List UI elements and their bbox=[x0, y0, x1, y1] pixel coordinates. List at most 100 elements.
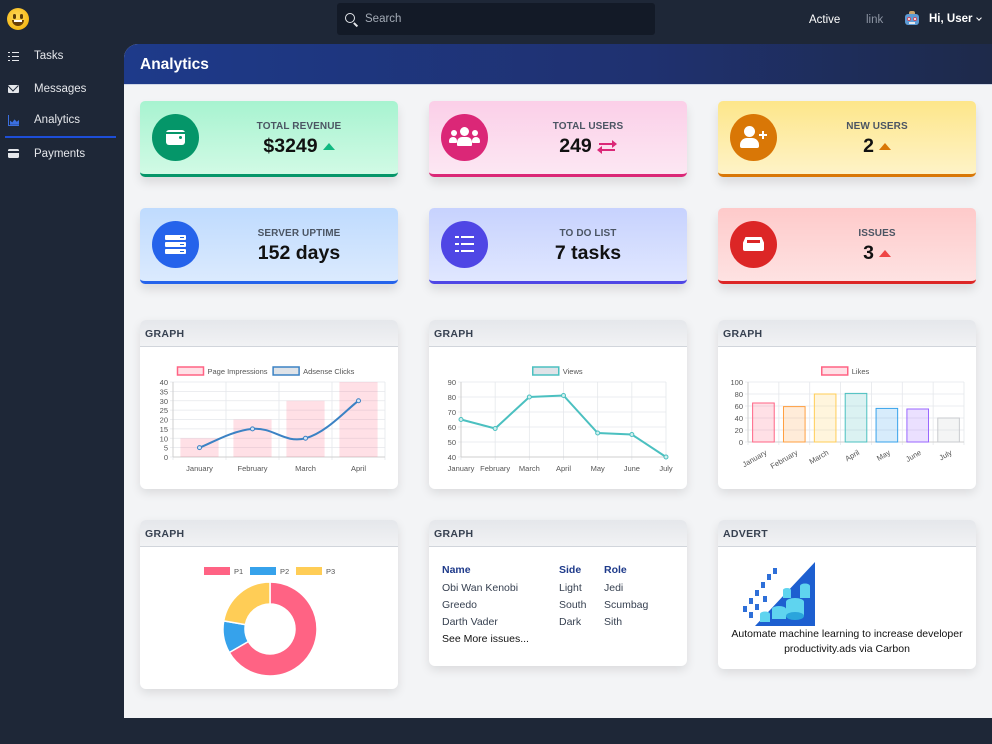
user-menu[interactable]: Hi, User bbox=[904, 11, 983, 27]
stat-card-server-uptime[interactable]: SERVER UPTIME 152 days bbox=[140, 208, 398, 284]
robot-avatar-icon bbox=[904, 11, 920, 27]
legend-swatch bbox=[296, 567, 322, 575]
wallet-icon bbox=[166, 130, 185, 145]
legend-swatch bbox=[176, 366, 205, 376]
bar-likes bbox=[752, 402, 775, 443]
y-tick-label: 100 bbox=[730, 378, 743, 387]
stat-icon-circle bbox=[152, 114, 199, 161]
stat-icon-circle bbox=[730, 221, 777, 268]
stat-card-total-users[interactable]: TOTAL USERS 249 bbox=[429, 101, 687, 177]
bar-likes bbox=[875, 407, 899, 443]
advert-panel: ADVERT Automate machine learning to incr… bbox=[718, 520, 976, 669]
bar-likes bbox=[844, 392, 868, 443]
sidebar-item-messages[interactable]: Messages bbox=[0, 73, 118, 106]
x-tick-label: January bbox=[448, 464, 475, 473]
cell-side: Dark bbox=[559, 615, 582, 628]
table-row: Darth Vader Dark Sith bbox=[442, 613, 648, 630]
advert-text[interactable]: Automate machine learning to increase de… bbox=[718, 627, 976, 657]
caret-up-icon bbox=[878, 250, 891, 257]
chevron-down-icon bbox=[976, 14, 983, 21]
y-tick-label: 5 bbox=[164, 444, 168, 453]
y-tick-label: 25 bbox=[160, 406, 168, 415]
nav-link[interactable]: link bbox=[866, 14, 883, 26]
sidebar-item-label: Analytics bbox=[34, 114, 81, 127]
point-views bbox=[663, 454, 669, 460]
views-chart: Views 40 50 60 70 80 90 January February March Apr… bbox=[448, 366, 673, 473]
panel-title: GRAPH bbox=[718, 320, 976, 347]
search-input[interactable] bbox=[365, 13, 635, 25]
cell-role: Sith bbox=[604, 615, 623, 628]
stat-icon-circle bbox=[152, 221, 199, 268]
legend-swatch bbox=[272, 366, 300, 376]
nav-active-link[interactable]: Active bbox=[809, 14, 840, 26]
stat-title: TOTAL REVENUE bbox=[256, 121, 342, 132]
stat-title: SERVER UPTIME bbox=[257, 228, 341, 239]
graph-panel-likes: GRAPH Likes 0 20 40 60 80 100 January February Ma… bbox=[718, 320, 976, 489]
point-views bbox=[629, 432, 635, 437]
people-panel: GRAPH Name Side Role Obi Wan Kenobi Ligh… bbox=[429, 520, 687, 666]
sidebar-item-tasks[interactable]: Tasks bbox=[0, 40, 118, 73]
stat-card-new-users[interactable]: NEW USERS 2 bbox=[718, 101, 976, 177]
caret-up-icon bbox=[878, 143, 891, 150]
cell-name: Darth Vader bbox=[442, 615, 498, 628]
exchange-arrows-icon bbox=[596, 140, 617, 154]
inbox-icon bbox=[743, 237, 764, 251]
panel-title: GRAPH bbox=[140, 320, 398, 347]
panel-title: ADVERT bbox=[718, 520, 976, 547]
stat-card-todo-list[interactable]: TO DO LIST 7 tasks bbox=[429, 208, 687, 284]
x-tick-label: March bbox=[519, 464, 540, 473]
y-tick-label: 80 bbox=[735, 390, 743, 399]
table-row: Greedo South Scumbag bbox=[442, 596, 648, 613]
graph-panel-impressions: GRAPH Page Impressions Adsense Clicks 0 5 10… bbox=[140, 320, 398, 489]
stat-title: TO DO LIST bbox=[559, 228, 617, 239]
legend-swatch bbox=[532, 366, 560, 376]
stat-value: $3249 bbox=[263, 135, 318, 157]
x-tick-label: May bbox=[591, 464, 605, 473]
panel-title: GRAPH bbox=[429, 320, 687, 347]
people-table: Name Side Role Obi Wan Kenobi Light Jedi… bbox=[442, 563, 648, 630]
stat-card-issues[interactable]: ISSUES 3 bbox=[718, 208, 976, 284]
legend-label: Views bbox=[563, 367, 583, 376]
bar-page-impressions bbox=[339, 382, 378, 457]
y-tick-label: 80 bbox=[448, 393, 456, 402]
sidebar-item-payments[interactable]: Payments bbox=[0, 138, 118, 171]
legend-label: P2 bbox=[280, 567, 289, 576]
table-row: Obi Wan Kenobi Light Jedi bbox=[442, 579, 648, 596]
cell-role: Jedi bbox=[604, 581, 624, 594]
y-tick-label: 50 bbox=[448, 438, 456, 447]
point-views bbox=[492, 426, 498, 431]
y-tick-label: 70 bbox=[448, 408, 456, 417]
point-views bbox=[595, 430, 601, 436]
caret-up-icon bbox=[322, 143, 335, 150]
x-tick-label: July bbox=[938, 448, 954, 463]
search-bar[interactable] bbox=[337, 3, 655, 35]
x-tick-label: February bbox=[237, 464, 267, 473]
app-logo-smiley-icon[interactable] bbox=[7, 8, 29, 30]
x-tick-label: February bbox=[480, 464, 510, 473]
see-more-issues-link[interactable]: See More issues... bbox=[442, 633, 529, 645]
x-tick-label: February bbox=[769, 448, 800, 471]
y-tick-label: 90 bbox=[448, 378, 456, 387]
legend-swatch bbox=[821, 366, 849, 376]
sidebar-item-analytics[interactable]: Analytics bbox=[5, 105, 116, 138]
x-tick-label: April bbox=[843, 448, 861, 463]
x-tick-label: June bbox=[624, 464, 640, 473]
point-views bbox=[526, 394, 532, 400]
stat-title: NEW USERS bbox=[846, 121, 908, 132]
column-header-role: Role bbox=[604, 563, 627, 576]
point-adsense-clicks bbox=[197, 445, 202, 451]
x-tick-label: July bbox=[659, 464, 673, 473]
point-adsense-clicks bbox=[250, 426, 255, 432]
logo-eye bbox=[20, 14, 23, 19]
stat-title: TOTAL USERS bbox=[552, 121, 624, 132]
y-tick-label: 35 bbox=[160, 387, 168, 396]
stat-card-total-revenue[interactable]: TOTAL REVENUE $3249 bbox=[140, 101, 398, 177]
page-title: Analytics bbox=[140, 56, 209, 73]
sidebar-item-label: Payments bbox=[34, 147, 86, 160]
bar-likes bbox=[782, 406, 806, 443]
y-tick-label: 20 bbox=[735, 426, 743, 435]
y-tick-label: 60 bbox=[448, 423, 456, 432]
advert-image[interactable] bbox=[735, 562, 815, 626]
bar-likes bbox=[813, 393, 837, 443]
y-tick-label: 40 bbox=[160, 378, 168, 387]
